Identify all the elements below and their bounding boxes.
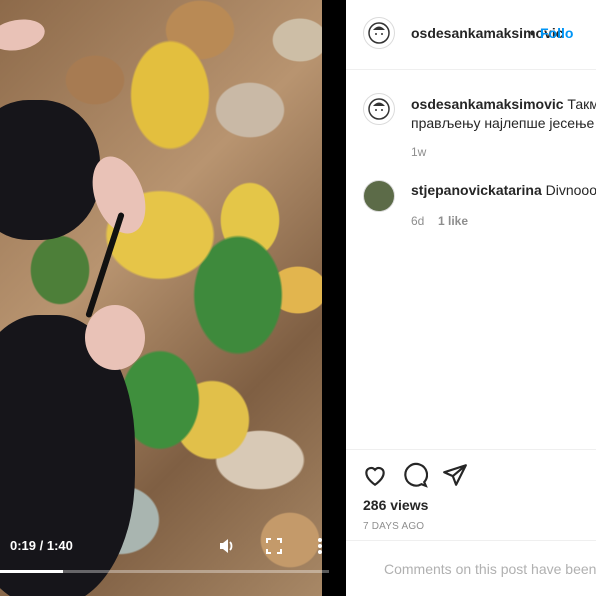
avatar[interactable] [363,93,395,125]
video-time: 0:19 / 1:40 [10,538,73,553]
volume-icon[interactable] [218,537,236,555]
separator-dot: • [530,25,535,41]
video-frame [0,0,322,596]
comment-text: Divnooo! [545,182,596,198]
comment-username[interactable]: stjepanovickatarina [411,182,542,198]
comment-username[interactable]: osdesankamaksimovic [411,96,564,112]
comment-likes[interactable]: 1 like [438,214,468,228]
video-pen [85,211,125,319]
caption-comment: osdesankamaksimovic Такми прављењу најле… [411,95,596,133]
actions-divider [346,449,596,451]
comment-text-continued: прављењу најлепше јесење [411,115,595,131]
comment: stjepanovickatarina Divnooo! [411,182,596,198]
video-progress-bar[interactable] [0,570,329,573]
follow-button[interactable]: Follo [540,25,573,41]
comments-closed-notice: Comments on this post have been [384,561,596,577]
comment-icon[interactable] [402,462,429,488]
share-icon[interactable] [442,462,468,488]
fullscreen-icon[interactable] [266,538,282,554]
video-hand [85,305,145,370]
more-vertical-icon[interactable] [315,536,325,556]
post-date[interactable]: 7 DAYS AGO [363,521,424,532]
comment-time[interactable]: 1w [411,145,426,159]
post-header: osdesankamaksimovic • Follo [346,0,596,70]
comments-closed-area: Comments on this post have been [346,540,596,597]
video-progress-fill [0,570,63,573]
video-hand [0,15,48,55]
video-player[interactable]: 0:19 / 1:40 [0,0,346,596]
comment-time[interactable]: 6d [411,214,424,228]
video-sleeve [0,100,100,240]
avatar[interactable] [363,180,395,212]
comment-text: Такми [567,96,596,112]
avatar[interactable] [363,17,395,49]
post-side-panel: osdesankamaksimovic • Follo osdesankamak… [346,0,596,596]
views-count[interactable]: 286 views [363,497,428,513]
heart-icon[interactable] [362,462,388,488]
